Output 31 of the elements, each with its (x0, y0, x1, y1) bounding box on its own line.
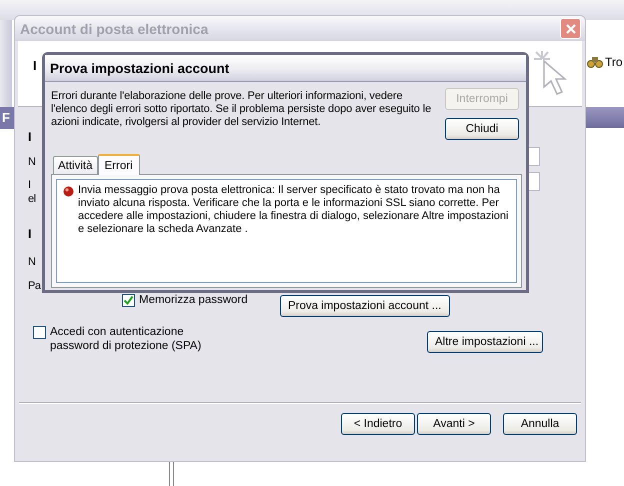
pane-title: F (2, 110, 10, 125)
header-text: I (33, 58, 37, 73)
wizard-button[interactable]: Annulla (503, 413, 577, 435)
find-button[interactable]: Tro (587, 55, 623, 69)
checkbox-box[interactable] (33, 326, 46, 339)
close-icon (564, 22, 576, 34)
dialog-button[interactable]: Chiudi (445, 118, 519, 140)
tab[interactable]: Errori (98, 154, 140, 175)
tab[interactable]: Attività (53, 156, 98, 174)
dialog-title: Prova impostazioni account (50, 60, 230, 76)
binoculars-icon (587, 55, 603, 69)
wizard-button[interactable]: < Indietro (341, 413, 415, 435)
more-settings-button[interactable]: Altre impostazioni ... (427, 331, 543, 353)
field-label: el (28, 193, 37, 206)
checkbox[interactable]: Accedi con autenticazione password di protezione (SPA) (33, 325, 235, 353)
close-button[interactable] (560, 18, 581, 39)
field-label: Pa (28, 280, 40, 293)
error-icon (63, 186, 74, 197)
test-settings-button[interactable]: Prova impostazioni account ... (280, 295, 450, 317)
dialog-title: Account di posta elettronica (20, 20, 208, 36)
field-label: I (28, 131, 32, 144)
checkbox-label: Accedi con autenticazione password di protezione (SPA) (50, 325, 202, 353)
error-message: Invia messaggio prova posta elettronica: Il server specificato è stato trovato ma non ha inviato alcuna risposta. Verificare che la porta e le informazioni SSL siano corrette. Per accedere alle impostazioni, chiudere la finestra di dialogo, selezionare Altre impostazioni e selezionare la scheda Avanzate . (78, 184, 510, 236)
field-label: N (28, 256, 36, 269)
field-label: I (28, 228, 32, 241)
message-text: Errori durante l'elaborazione delle prove. Per ulteriori informazioni, vedere l'elenco degli errori sotto riportato. Se il problema persiste dopo aver eseguito le azioni indicate, rivolgersi al provider del servizio Internet. (51, 90, 432, 130)
pane-header (586, 107, 624, 128)
wizard-button[interactable]: Avanti > (417, 413, 491, 435)
field-label: I (28, 179, 32, 192)
checkbox-box[interactable] (122, 294, 135, 307)
field-label: N (28, 156, 36, 169)
